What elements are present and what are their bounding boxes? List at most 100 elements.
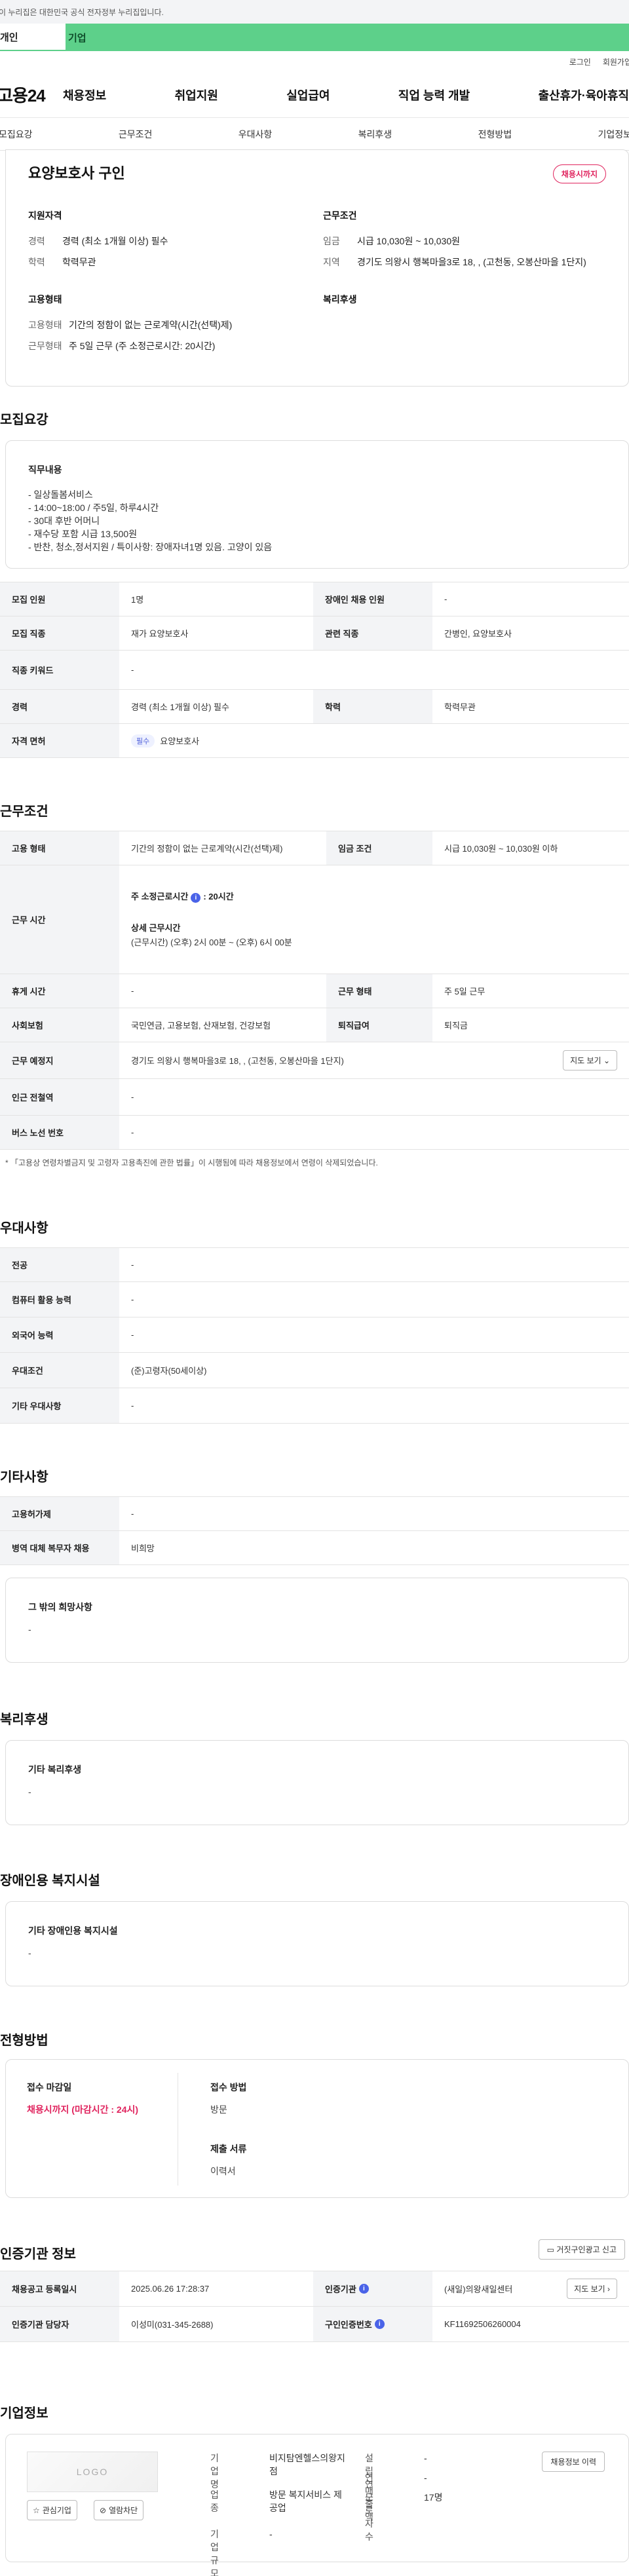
- other-wishes-heading: 그 밖의 희망사항: [28, 1602, 92, 1612]
- summary-heading: 복리후생: [323, 294, 357, 305]
- gnb-item-unemployment-benefit[interactable]: 실업급여: [286, 86, 330, 104]
- table-header: 구인인증번호 i: [313, 2307, 432, 2341]
- table-cell: 이성미(031-345-2688): [131, 2320, 214, 2330]
- section-title-agency: 인증기관 정보: [0, 2247, 76, 2262]
- welfare-heading: 기타 복리후생: [28, 1764, 82, 1775]
- signup-link[interactable]: 회원가입: [603, 56, 629, 67]
- report-false-ad-button[interactable]: ▭ 거짓구인광고 신고: [538, 2239, 625, 2260]
- table-header: 채용공고 등록일시: [0, 2271, 119, 2306]
- section-title-disability: 장애인용 복지시설: [0, 1874, 100, 1888]
- table-row: 우대조건 (준)고령자(50세이상): [0, 1353, 629, 1388]
- company-value: 17명: [424, 2492, 443, 2503]
- table-row: 모집 직종 재가 요양보호사 관련 직종 간병인, 요양보호사: [0, 616, 629, 651]
- summary-value: 주 5일 근무 (주 소정근로시간: 20시간): [69, 341, 216, 351]
- required-pill: 필수: [131, 734, 155, 748]
- subnav-welfare[interactable]: 복리후생: [358, 128, 392, 141]
- table-cell: 주 5일 근무: [444, 987, 486, 996]
- agency-table: 채용공고 등록일시 2025.06.26 17:28:37 인증기관 i (새일)…: [0, 2271, 629, 2342]
- login-link[interactable]: 로그인: [569, 56, 591, 67]
- company-value: -: [424, 2453, 427, 2463]
- table-cell: 학력무관: [444, 702, 476, 712]
- disability-box: 기타 장애인용 복지시설 -: [5, 1901, 629, 1986]
- other-wishes-value: -: [28, 1624, 31, 1635]
- selection-box: 접수 마감일 채용시까지 (마감시간 : 24시) 접수 방법 방문 제출 서류…: [5, 2059, 629, 2198]
- disability-heading: 기타 장애인용 복지시설: [28, 1925, 118, 1936]
- util-links: 로그인 회원가입: [0, 51, 629, 72]
- deadline-badge: 채용시까지: [552, 164, 606, 183]
- gov-banner: 이 누리집은 대한민국 공식 전자정부 누리집입니다.: [0, 0, 629, 24]
- duty-heading: 직무내용: [28, 464, 62, 475]
- agency-map-button[interactable]: 지도 보기 ›: [567, 2279, 617, 2299]
- company-value: 비지탐엔헬스의왕지점: [269, 2453, 345, 2476]
- method-value: 방문: [210, 2104, 227, 2115]
- section-title-recruit: 모집요강: [0, 413, 48, 427]
- info-icon[interactable]: i: [358, 2284, 369, 2294]
- table-row: 전공 -: [0, 1248, 629, 1282]
- table-header: 관련 직종: [313, 616, 432, 650]
- recruit-history-button[interactable]: 채용정보 이력: [542, 2452, 605, 2472]
- gnb-item-parental-leave[interactable]: 출산휴가·육아휴직: [539, 86, 629, 104]
- subnav-work-conditions[interactable]: 근무조건: [119, 128, 153, 141]
- block-view-button[interactable]: ⊘ 열람차단: [94, 2500, 144, 2520]
- summary-key: 근무형태: [28, 341, 62, 351]
- duty-line: - 14:00~18:00 / 주5일, 하루4시간: [28, 502, 159, 513]
- table-header: 고용 형태: [0, 831, 119, 865]
- table-header: 기타 우대사항: [0, 1388, 119, 1423]
- work-location: 경기도 의왕시 행복마을3로 18, , (고천동, 오봉산마을 1단지): [131, 1056, 344, 1066]
- table-row: 고용 형태 기간의 정함이 없는 근로계약(시간(선택)제) 임금 조건 시급 …: [0, 831, 629, 865]
- table-row: 고용허가제 -: [0, 1497, 629, 1531]
- table-row: 근무 시간 주 소정근로시간 i: 20시간 상세 근무시간 (근무시간) (오후…: [0, 865, 629, 974]
- subnav-selection[interactable]: 전형방법: [478, 128, 512, 141]
- info-icon[interactable]: i: [191, 892, 201, 903]
- table-row: 버스 노선 번호 -: [0, 1116, 629, 1150]
- table-header: 경력: [0, 690, 119, 723]
- table-row: 인증기관 담당자 이성미(031-345-2688) 구인인증번호 i KF116…: [0, 2307, 629, 2342]
- table-cell: -: [131, 1295, 134, 1304]
- summary-value: 경기도 의왕시 행복마을3로 18, , (고천동, 오봉산마을 1단지): [357, 257, 586, 267]
- map-view-button[interactable]: 지도 보기 ⌄: [563, 1050, 617, 1070]
- table-cell: 국민연금, 고용보험, 산재보험, 건강보험: [131, 1021, 271, 1031]
- deadline-value: 채용시까지 (마감시간 : 24시): [27, 2104, 139, 2115]
- summary-key: 임금: [323, 236, 340, 246]
- info-icon[interactable]: i: [374, 2319, 385, 2329]
- weekly-hours-value: : 20시간: [203, 891, 234, 901]
- detail-hours-heading: 상세 근무시간: [131, 922, 181, 933]
- table-header: 인증기관 i: [313, 2271, 432, 2306]
- table-header: 인증기관 담당자: [0, 2307, 119, 2341]
- gnb-item-skills-development[interactable]: 직업 능력 개발: [398, 86, 470, 104]
- company-key: 기업명: [210, 2453, 219, 2490]
- detail-hours-value: (근무시간) (오후) 2시 00분 ~ (오후) 6시 00분: [131, 937, 292, 947]
- site-logo[interactable]: 고용24: [0, 83, 63, 107]
- section-title-preferences: 우대사항: [0, 1221, 48, 1236]
- table-row: 채용공고 등록일시 2025.06.26 17:28:37 인증기관 i (새일)…: [0, 2271, 629, 2307]
- work-hours-cell: 주 소정근로시간 i: 20시간 상세 근무시간 (근무시간) (오후) 2시 0…: [119, 865, 629, 974]
- deadline-block: 접수 마감일 채용시까지 (마감시간 : 24시): [27, 2081, 138, 2116]
- table-cell: (준)고령자(50세이상): [131, 1366, 207, 1376]
- table-cell: -: [131, 986, 134, 996]
- gnb-item-jobs[interactable]: 채용정보: [63, 86, 106, 104]
- summary-heading: 고용형태: [28, 294, 62, 305]
- job-title: 요양보호사 구인: [28, 165, 125, 181]
- table-row: 사회보험 국민연금, 고용보험, 산재보험, 건강보험 퇴직급여 퇴직금: [0, 1008, 629, 1042]
- tab-personal[interactable]: 개인: [0, 24, 66, 51]
- block-icon: ⊘: [100, 2505, 107, 2515]
- global-nav: 고용24 채용정보 취업지원 실업급여 직업 능력 개발 출산휴가·육아휴직: [0, 72, 629, 118]
- company-logo-placeholder: LOGO: [27, 2452, 158, 2492]
- section-subnav: 모집요강 근무조건 우대사항 복리후생 전형방법 기업정보: [0, 118, 629, 151]
- agency-map-label: 지도 보기: [574, 2284, 605, 2294]
- favorite-company-button[interactable]: ☆ 관심기업: [27, 2500, 77, 2520]
- company-value: -: [269, 2529, 273, 2539]
- subnav-recruit[interactable]: 모집요강: [0, 128, 33, 141]
- table-cell: -: [131, 1330, 134, 1340]
- gnb-item-employment-support[interactable]: 취업지원: [175, 86, 218, 104]
- table-cell: -: [131, 1401, 134, 1411]
- subnav-preferences[interactable]: 우대사항: [238, 128, 273, 141]
- tab-corporate[interactable]: 기업: [66, 24, 629, 51]
- subnav-company[interactable]: 기업정보: [598, 128, 629, 141]
- table-header: 임금 조건: [326, 831, 432, 865]
- weekly-hours-label: 주 소정근로시간: [131, 891, 189, 901]
- star-icon: ☆: [33, 2505, 40, 2515]
- table-header: 장애인 채용 인원: [313, 582, 432, 616]
- summary-key: 경력: [28, 236, 45, 246]
- table-header: 근무 시간: [0, 865, 119, 974]
